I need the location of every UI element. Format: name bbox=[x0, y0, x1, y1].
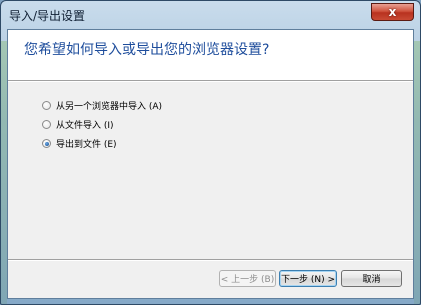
dialog-client-area: 您希望如何导入或导出您的浏览器设置? 从另一个浏览器中导入 (A) 从文件导入 … bbox=[7, 29, 414, 299]
option-import-browser[interactable]: 从另一个浏览器中导入 (A) bbox=[42, 97, 162, 114]
cancel-button[interactable]: 取消 bbox=[341, 270, 402, 287]
option-import-file[interactable]: 从文件导入 (I) bbox=[42, 116, 162, 133]
header-divider bbox=[8, 80, 413, 82]
dialog-header: 您希望如何导入或导出您的浏览器设置? bbox=[8, 30, 413, 80]
title-bar[interactable]: 导入/导出设置 x bbox=[1, 1, 420, 27]
option-export-file[interactable]: 导出到文件 (E) bbox=[42, 135, 162, 152]
footer-divider bbox=[8, 259, 413, 261]
option-label-export-file: 导出到文件 (E) bbox=[56, 140, 117, 150]
close-button[interactable]: x bbox=[371, 3, 414, 21]
option-label-import-file: 从文件导入 (I) bbox=[56, 121, 114, 131]
close-icon: x bbox=[388, 5, 397, 19]
next-button[interactable]: 下一步 (N) > bbox=[279, 270, 337, 287]
radio-import-file[interactable] bbox=[42, 120, 51, 129]
window-title: 导入/导出设置 bbox=[9, 9, 86, 23]
option-label-import-browser: 从另一个浏览器中导入 (A) bbox=[56, 102, 163, 112]
back-button[interactable]: < 上一步 (B) bbox=[219, 270, 276, 287]
import-export-dialog: 导入/导出设置 x 您希望如何导入或导出您的浏览器设置? 从另一个浏览器中导入 … bbox=[0, 0, 421, 305]
radio-export-file[interactable] bbox=[42, 139, 51, 148]
right-edge-glow bbox=[414, 41, 420, 304]
page-heading: 您希望如何导入或导出您的浏览器设置? bbox=[24, 42, 270, 58]
radio-import-browser[interactable] bbox=[42, 101, 51, 110]
option-group: 从另一个浏览器中导入 (A) 从文件导入 (I) 导出到文件 (E) bbox=[42, 97, 162, 154]
